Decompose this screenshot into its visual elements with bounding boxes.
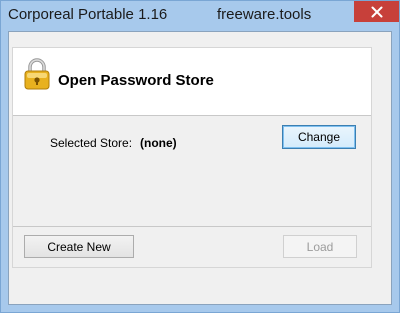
window-title-extra: freeware.tools [217, 6, 312, 23]
title-bar[interactable]: Corporeal Portable 1.16 freeware.tools [1, 1, 399, 31]
change-button[interactable]: Change [282, 125, 356, 149]
dialog-panel: Open Password Store Selected Store: (non… [12, 47, 372, 268]
dialog-header: Open Password Store [13, 48, 371, 115]
app-window: Corporeal Portable 1.16 freeware.tools O… [0, 0, 400, 313]
create-new-button[interactable]: Create New [24, 235, 134, 258]
selected-store-value: (none) [140, 136, 177, 150]
close-icon [371, 6, 383, 18]
dialog-body: Selected Store: (none) Change [13, 116, 371, 226]
dialog-footer: Create New Load [13, 227, 371, 267]
dialog-title: Open Password Store [58, 72, 214, 89]
lock-icon [22, 57, 52, 91]
selected-store-label: Selected Store: [50, 136, 133, 150]
close-button[interactable] [354, 1, 399, 22]
load-button[interactable]: Load [283, 235, 357, 258]
window-title: Corporeal Portable 1.16 [8, 6, 168, 23]
